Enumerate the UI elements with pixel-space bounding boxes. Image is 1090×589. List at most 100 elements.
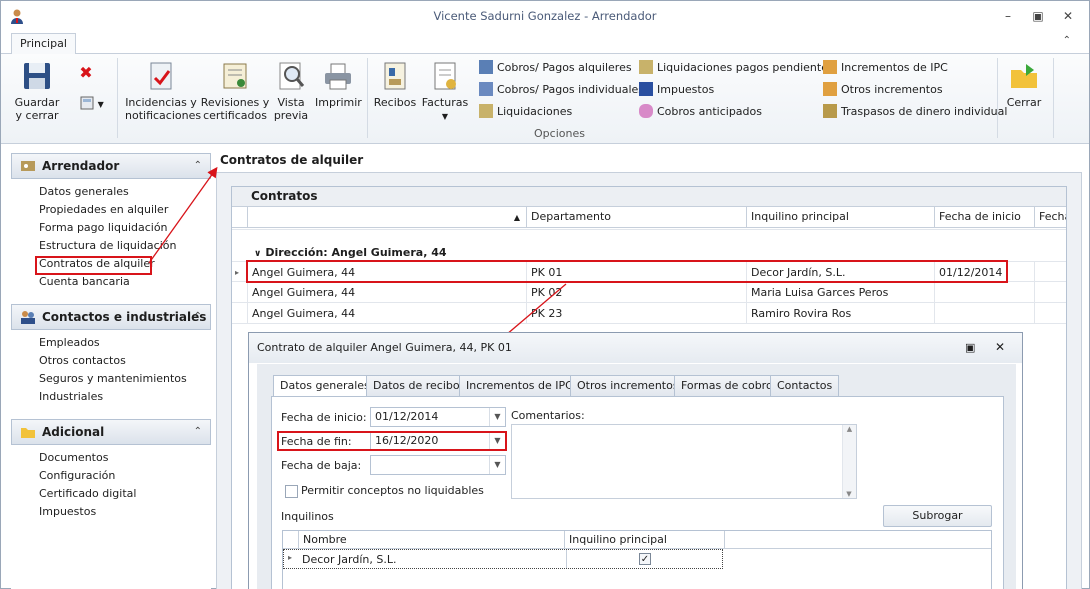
sidebar-item-impuestos[interactable]: Impuestos (39, 503, 96, 521)
sidebar-item-cuenta-bancaria[interactable]: Cuenta bancaria (39, 273, 130, 291)
imprimir-button[interactable]: Imprimir (315, 60, 362, 109)
sidebar-item-datos-generales[interactable]: Datos generales (39, 183, 129, 201)
tab-incrementos-ipc[interactable]: Incrementos de IPC (459, 375, 580, 397)
cobros-anticipados[interactable]: Cobros anticipados (639, 103, 762, 121)
liquidaciones-icon (479, 104, 493, 118)
sidebar-item-otros-contactos[interactable]: Otros contactos (39, 352, 126, 370)
tab-otros-incrementos[interactable]: Otros incrementos (570, 375, 686, 397)
liquidaciones[interactable]: Liquidaciones (479, 103, 572, 121)
table-row[interactable]: ▸ Decor Jardín, S.L. ✓ (283, 549, 723, 569)
sidebar-item-certificado[interactable]: Certificado digital (39, 485, 136, 503)
sidebar-item-estructura[interactable]: Estructura de liquidación (39, 237, 176, 255)
arrendador-icon (21, 161, 35, 171)
section-header-adicional[interactable]: Adicional ⌃ (11, 419, 211, 445)
cell-departamento: PK 02 (527, 282, 747, 303)
otros-incrementos[interactable]: Otros incrementos (823, 81, 943, 99)
window-title: Vicente Sadurni Gonzalez - Arrendador (433, 9, 657, 23)
cell-departamento: PK 23 (527, 303, 747, 324)
table-row[interactable]: Angel Guimera, 44 PK 02 Maria Luisa Garc… (232, 282, 1066, 303)
dropdown-arrow-icon[interactable]: ▼ (489, 456, 505, 474)
principal-checkbox[interactable]: ✓ (639, 553, 651, 565)
column-header-inquilino[interactable]: Inquilino principal (747, 207, 935, 228)
fecha-inicio-field[interactable]: 01/12/2014 ▼ (370, 407, 506, 427)
cell-fecha-inicio (935, 303, 1035, 324)
row-indicator-icon: ▸ (288, 553, 293, 562)
row-indicator (232, 303, 248, 324)
certificate-icon (223, 63, 247, 89)
subrogar-button[interactable]: Subrogar (883, 505, 992, 527)
save-icon (24, 63, 50, 89)
liquidaciones-pendientes-icon (639, 60, 653, 74)
column-header-direccion[interactable]: ▲ (248, 207, 527, 228)
sidebar-item-forma-pago[interactable]: Forma pago liquidación (39, 219, 168, 237)
cobros-pagos-alquileres[interactable]: Cobros/ Pagos alquileres (479, 59, 632, 77)
folder-exit-icon (1011, 64, 1037, 88)
close-button[interactable]: ✕ (1057, 7, 1079, 25)
guardar-cerrar-button[interactable]: Guardar y cerrar (11, 60, 63, 122)
chevron-down-icon: ∨ (254, 249, 262, 259)
incidencias-button[interactable]: Incidencias y notificaciones (125, 60, 201, 122)
sidebar-item-empleados[interactable]: Empleados (39, 334, 100, 352)
traspasos-icon (823, 104, 837, 118)
close-icon[interactable]: ✕ (995, 340, 1005, 354)
ipc-icon (823, 60, 837, 74)
maximize-button[interactable]: ▣ (1027, 7, 1049, 25)
collapse-chevron-icon[interactable]: ⌃ (194, 154, 202, 178)
tab-formas-cobro[interactable]: Formas de cobro (674, 375, 780, 397)
collapse-chevron-icon[interactable]: ⌃ (194, 420, 202, 444)
revisiones-button[interactable]: Revisiones y certificados (199, 60, 271, 122)
section-header-contactos[interactable]: Contactos e industriales ⌃ (11, 304, 211, 330)
calculator-dropdown[interactable]: ▼ (77, 96, 107, 111)
group-row[interactable]: ∨ Dirección: Angel Guimera, 44 (254, 246, 447, 259)
liquidaciones-pagos-pendientes[interactable]: Liquidaciones pagos pendientes (639, 59, 834, 77)
minimize-button[interactable]: – (997, 7, 1019, 25)
dialog-title: Contrato de alquiler Angel Guimera, 44, … (249, 333, 1022, 363)
sidebar-item-propiedades[interactable]: Propiedades en alquiler (39, 201, 168, 219)
cerrar-button[interactable]: Cerrar (1003, 60, 1045, 109)
collapse-chevron-icon[interactable]: ⌃ (194, 305, 202, 329)
maximize-icon[interactable]: ▣ (965, 341, 975, 354)
comentarios-textarea[interactable]: ▲ ▼ (511, 424, 857, 499)
tab-datos-generales[interactable]: Datos generales (273, 375, 377, 398)
tab-principal[interactable]: Principal (11, 33, 76, 55)
sidebar-item-documentos[interactable]: Documentos (39, 449, 108, 467)
column-header-inquilino-principal[interactable]: Inquilino principal (565, 531, 725, 549)
cobros-icon (479, 60, 493, 74)
column-header-empty (725, 531, 991, 549)
cell-inquilino: Ramiro Rovira Ros (747, 303, 935, 324)
app-window: Vicente Sadurni Gonzalez - Arrendador – … (0, 0, 1090, 589)
ribbon-collapse-icon[interactable]: ⌃ (1063, 35, 1071, 46)
sidebar-item-industriales[interactable]: Industriales (39, 388, 103, 406)
table-row[interactable]: Angel Guimera, 44 PK 23 Ramiro Rovira Ro… (232, 303, 1066, 324)
cell-nombre: Decor Jardín, S.L. (302, 553, 397, 566)
delete-icon[interactable]: ✖ (77, 65, 95, 81)
section-header-arrendador[interactable]: Arrendador ⌃ (11, 153, 211, 179)
tab-contactos[interactable]: Contactos (770, 375, 840, 397)
sidebar-item-configuracion[interactable]: Configuración (39, 467, 115, 485)
calculator-icon (80, 96, 94, 110)
sort-asc-icon: ▲ (513, 213, 520, 222)
highlight-box (246, 260, 1008, 283)
fecha-baja-field[interactable]: ▼ (370, 455, 506, 475)
cobros-individual-icon (479, 82, 493, 96)
cobros-pagos-individuales[interactable]: Cobros/ Pagos individuales (479, 81, 644, 99)
facturas-button[interactable]: Facturas ▼ (421, 60, 469, 123)
scrollbar[interactable]: ▲ ▼ (842, 425, 856, 498)
sidebar-item-seguros[interactable]: Seguros y mantenimientos (39, 370, 187, 388)
magnifier-icon (279, 62, 305, 90)
column-header-departamento[interactable]: Departamento (527, 207, 747, 228)
vista-previa-button[interactable]: Vista previa (271, 60, 311, 122)
impuestos[interactable]: Impuestos (639, 81, 714, 99)
folder-icon (21, 428, 35, 438)
printer-icon (325, 63, 351, 90)
column-header-nombre[interactable]: Nombre (299, 531, 565, 549)
incrementos-ipc[interactable]: Incrementos de IPC (823, 59, 948, 77)
tab-datos-recibo[interactable]: Datos de recibo (366, 375, 467, 397)
recibos-button[interactable]: Recibos (373, 60, 417, 109)
column-header-fecha-inicio[interactable]: Fecha de inicio (935, 207, 1035, 228)
column-header-fecha[interactable]: Fecha (1035, 207, 1066, 228)
dropdown-arrow-icon[interactable]: ▼ (489, 408, 505, 426)
traspasos-dinero[interactable]: Traspasos de dinero individual (823, 103, 1007, 121)
ribbon: Guardar y cerrar ✖ ▼ Incidencias y notif… (1, 54, 1089, 144)
permitir-checkbox[interactable] (285, 485, 298, 498)
